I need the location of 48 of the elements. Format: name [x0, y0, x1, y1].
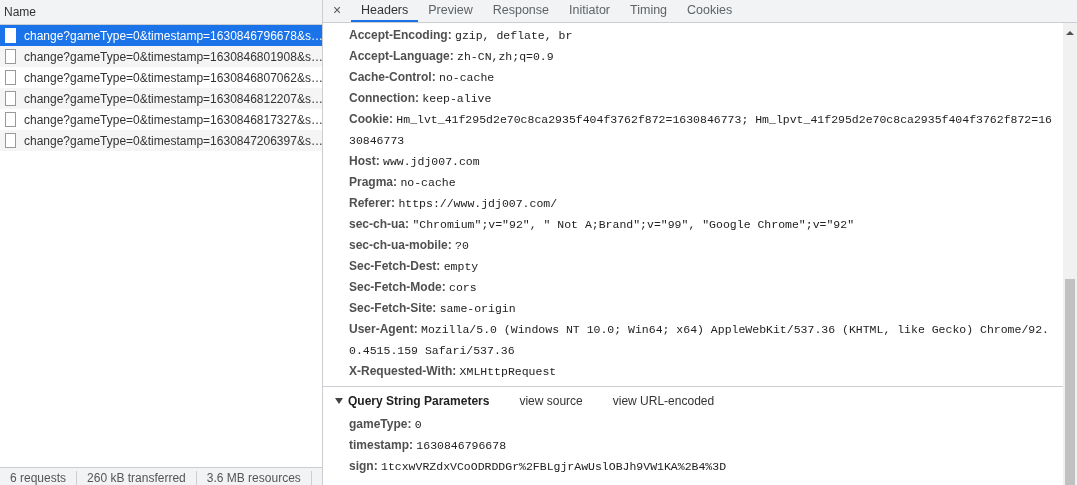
- status-text: 260 kB transferred: [77, 471, 197, 485]
- request-header: Host: www.jdj007.com: [349, 153, 481, 170]
- param-name: timestamp:: [349, 438, 413, 452]
- view-link[interactable]: view URL-encoded: [612, 393, 715, 408]
- tab[interactable]: Cookies: [677, 0, 743, 22]
- request-header: Accept-Language: zh-CN,zh;q=0.9: [349, 48, 555, 65]
- status-text: 6 requests: [0, 471, 78, 485]
- request-header: Pragma: no-cache: [349, 174, 457, 191]
- request-row[interactable]: change?gameType=0&timestamp=1630846812207&s…: [0, 88, 322, 109]
- request-header: User-Agent: Mozilla/5.0 (Windows NT 10.0; Win64; x64) AppleWebKit/537.36 (KHTML, like Gecko) Chrome/92.0.4515.159 Safari/537.36: [349, 321, 1051, 359]
- file-icon: [5, 91, 16, 106]
- request-header: X-Requested-With: XMLHttpRequest: [349, 363, 558, 380]
- request-header: sec-ch-ua-mobile: ?0: [349, 237, 470, 254]
- param-value: 1630846796678: [416, 439, 507, 452]
- request-header: Sec-Fetch-Mode: cors: [349, 279, 478, 296]
- status-text: 3.6 MB resources: [196, 471, 312, 485]
- request-row[interactable]: change?gameType=0&timestamp=1630846801908&s…: [0, 46, 322, 67]
- request-header: sec-ch-ua: "Chromium";v="92", " Not A;Brand";v="99", "Google Chrome";v="92": [349, 216, 856, 233]
- file-icon: [5, 49, 16, 64]
- param-name: sign:: [349, 459, 378, 473]
- request-row[interactable]: change?gameType=0&timestamp=1630846796678&s…: [0, 25, 322, 46]
- scrollbar-thumb[interactable]: [1065, 279, 1075, 485]
- param-value: 0: [414, 418, 422, 431]
- tab[interactable]: Headers: [351, 0, 419, 22]
- view-link[interactable]: view source: [519, 393, 583, 408]
- column-header[interactable]: Name: [0, 0, 322, 25]
- request-header: Sec-Fetch-Site: same-origin: [349, 300, 517, 317]
- request-header: Connection: keep-alive: [349, 90, 493, 107]
- request-header: Referer: https://www.jdj007.com/: [349, 195, 559, 212]
- tab[interactable]: Preview: [418, 0, 483, 22]
- scrollbar[interactable]: [1063, 23, 1077, 485]
- param-name: gameType:: [349, 417, 412, 431]
- request-header: Cache-Control: no-cache: [349, 69, 496, 86]
- close-button[interactable]: ×: [323, 0, 351, 22]
- scroll-up-icon[interactable]: [1066, 31, 1074, 35]
- file-icon: [5, 28, 16, 43]
- tab[interactable]: Response: [482, 0, 559, 22]
- request-header: Accept-Encoding: gzip, deflate, br: [349, 27, 574, 44]
- section-title[interactable]: Query String Parameters: [348, 393, 490, 408]
- tab[interactable]: Timing: [620, 0, 678, 22]
- request-header: Sec-Fetch-Dest: empty: [349, 258, 480, 275]
- file-icon: [5, 112, 16, 127]
- file-icon: [5, 133, 16, 148]
- file-icon: [5, 70, 16, 85]
- expand-triangle-icon[interactable]: [335, 397, 343, 404]
- tab[interactable]: Initiator: [559, 0, 620, 22]
- request-row[interactable]: change?gameType=0&timestamp=1630847206397&s…: [0, 130, 322, 151]
- param-value: 1tcxwVRZdxVCoODRDDGr%2FBLgjrAwUslOBJh9VW1KA%2B4%3D: [381, 460, 727, 473]
